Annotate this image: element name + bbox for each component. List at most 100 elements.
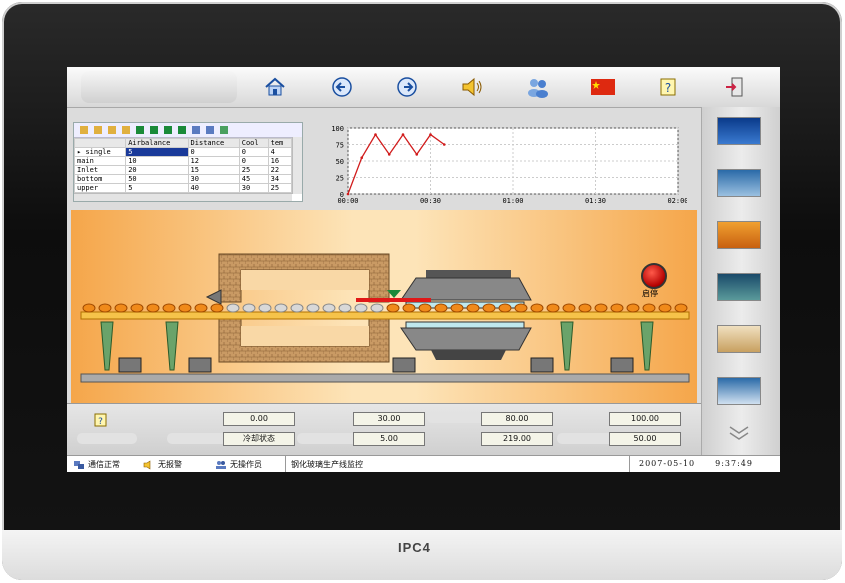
help-button[interactable]: ? bbox=[656, 74, 682, 100]
value-field[interactable]: 100.00 bbox=[609, 412, 681, 426]
y-tick-label: 100 bbox=[331, 125, 344, 133]
brand-logo: IPC4 bbox=[398, 540, 431, 555]
data-point bbox=[415, 153, 419, 156]
row-label: ▸ single bbox=[73, 147, 127, 157]
data-point bbox=[387, 153, 391, 156]
grid-cell[interactable]: 0 bbox=[238, 147, 269, 157]
alarm-status-text: 无报警 bbox=[158, 460, 182, 469]
grid-cell[interactable]: 0 bbox=[238, 156, 269, 166]
table-row[interactable]: upper 5 40 30 25 bbox=[73, 183, 293, 193]
alarm-button[interactable] bbox=[459, 74, 485, 100]
next-record-icon[interactable] bbox=[164, 126, 172, 134]
prev-record-icon[interactable] bbox=[150, 126, 158, 134]
grid-tool-icon[interactable] bbox=[80, 126, 88, 134]
grid-cell[interactable]: 5 bbox=[125, 147, 189, 157]
grid-tool-icon[interactable] bbox=[206, 126, 214, 134]
grid-tool-icon[interactable] bbox=[192, 126, 200, 134]
furnace-upper bbox=[218, 253, 390, 303]
grid-cell[interactable]: 45 bbox=[238, 174, 269, 184]
roller bbox=[306, 303, 320, 313]
table-row[interactable]: main 10 12 0 16 bbox=[73, 156, 293, 166]
drive-chain bbox=[80, 373, 690, 383]
roller bbox=[610, 303, 624, 313]
grid-cell[interactable]: 25 bbox=[267, 183, 293, 193]
forward-button[interactable] bbox=[394, 74, 420, 100]
roller bbox=[322, 303, 336, 313]
nav-thumb-report[interactable] bbox=[717, 377, 761, 405]
grid-horizontal-scrollbar[interactable] bbox=[74, 193, 292, 201]
language-button[interactable] bbox=[590, 74, 616, 100]
label-plate bbox=[77, 433, 137, 444]
users-button[interactable] bbox=[525, 74, 551, 100]
first-record-icon[interactable] bbox=[136, 126, 144, 134]
grid-cell[interactable]: 20 bbox=[125, 165, 189, 175]
grid-vertical-scrollbar[interactable] bbox=[292, 137, 302, 194]
value-field[interactable]: 5.00 bbox=[353, 432, 425, 446]
value-field[interactable]: 30.00 bbox=[353, 412, 425, 426]
grid-header: Cool bbox=[238, 138, 269, 148]
status-divider bbox=[629, 456, 630, 472]
x-tick-label: 00:30 bbox=[420, 197, 441, 205]
nav-thumb-layout[interactable] bbox=[717, 325, 761, 353]
value-field[interactable]: 0.00 bbox=[223, 412, 295, 426]
grid-tool-icon[interactable] bbox=[108, 126, 116, 134]
roller bbox=[146, 303, 160, 313]
nav-thumb-furnace[interactable] bbox=[717, 169, 761, 197]
last-record-icon[interactable] bbox=[178, 126, 186, 134]
status-field[interactable]: 冷却状态 bbox=[223, 432, 295, 446]
grid-cell[interactable]: 30 bbox=[187, 174, 240, 184]
trend-chart: 025507510000:00 00:30 01:00 01:30 02:00 bbox=[331, 125, 687, 205]
grid-cell[interactable]: 4 bbox=[267, 147, 293, 157]
nav-thumb-process[interactable] bbox=[717, 221, 761, 249]
grid-cell[interactable]: 40 bbox=[187, 183, 240, 193]
value-field[interactable]: 80.00 bbox=[481, 412, 553, 426]
grid-tool-icon[interactable] bbox=[220, 126, 228, 134]
roller bbox=[242, 303, 256, 313]
grid-cell[interactable]: 16 bbox=[267, 156, 293, 166]
value-field[interactable]: 219.00 bbox=[481, 432, 553, 446]
x-tick-label: 01:30 bbox=[585, 197, 606, 205]
help-icon[interactable]: ? bbox=[93, 412, 109, 428]
row-label: Inlet bbox=[73, 165, 127, 175]
grid-cell[interactable]: 10 bbox=[125, 156, 189, 166]
back-arrow-icon bbox=[332, 77, 352, 97]
alarm-bell-icon bbox=[462, 77, 482, 97]
x-tick-label: 02:00 bbox=[667, 197, 687, 205]
grid-cell[interactable]: 34 bbox=[267, 174, 293, 184]
grid-toolbar bbox=[74, 123, 302, 138]
back-button[interactable] bbox=[329, 74, 355, 100]
data-point bbox=[429, 133, 432, 136]
clock: 2007-05-10 9:37:49 bbox=[639, 459, 753, 468]
table-row[interactable]: Inlet 20 15 25 22 bbox=[73, 165, 293, 175]
grid-tool-icon[interactable] bbox=[94, 126, 102, 134]
roller bbox=[658, 303, 672, 313]
table-row[interactable]: bottom 50 30 45 34 bbox=[73, 174, 293, 184]
grid-cell[interactable]: 30 bbox=[238, 183, 269, 193]
grid-cell[interactable]: 25 bbox=[238, 165, 269, 175]
grid-cell[interactable]: 12 bbox=[187, 156, 240, 166]
value-field[interactable]: 50.00 bbox=[609, 432, 681, 446]
roller bbox=[626, 303, 640, 313]
line-title-text: 钢化玻璃生产线监控 bbox=[291, 460, 363, 469]
start-stop-button[interactable] bbox=[641, 263, 667, 289]
grid-cell[interactable]: 0 bbox=[187, 147, 240, 157]
row-name: single bbox=[85, 148, 111, 156]
grid-cell[interactable]: 15 bbox=[187, 165, 240, 175]
process-diagram: 启停 bbox=[71, 210, 697, 403]
data-grid[interactable]: Airbalance Distance Cool tem ▸ single 5 … bbox=[73, 138, 293, 193]
grid-tool-icon[interactable] bbox=[122, 126, 130, 134]
nav-thumb-piping[interactable] bbox=[717, 273, 761, 301]
grid-cell[interactable]: 22 bbox=[267, 165, 293, 175]
comm-status: 通信正常 bbox=[73, 459, 120, 470]
grid-cell[interactable]: 5 bbox=[125, 183, 189, 193]
alarm-bell-icon bbox=[143, 459, 151, 470]
grid-cell[interactable]: 50 bbox=[125, 174, 189, 184]
nav-thumb-overview[interactable] bbox=[717, 117, 761, 145]
top-toolbar: ? bbox=[67, 67, 780, 108]
scroll-down-chevron-icon[interactable] bbox=[728, 425, 750, 441]
glass-sheet bbox=[356, 298, 431, 302]
table-row[interactable]: ▸ single 5 0 0 4 bbox=[73, 147, 293, 157]
exit-button[interactable] bbox=[721, 74, 747, 100]
home-button[interactable] bbox=[262, 74, 288, 100]
roller bbox=[530, 303, 544, 313]
